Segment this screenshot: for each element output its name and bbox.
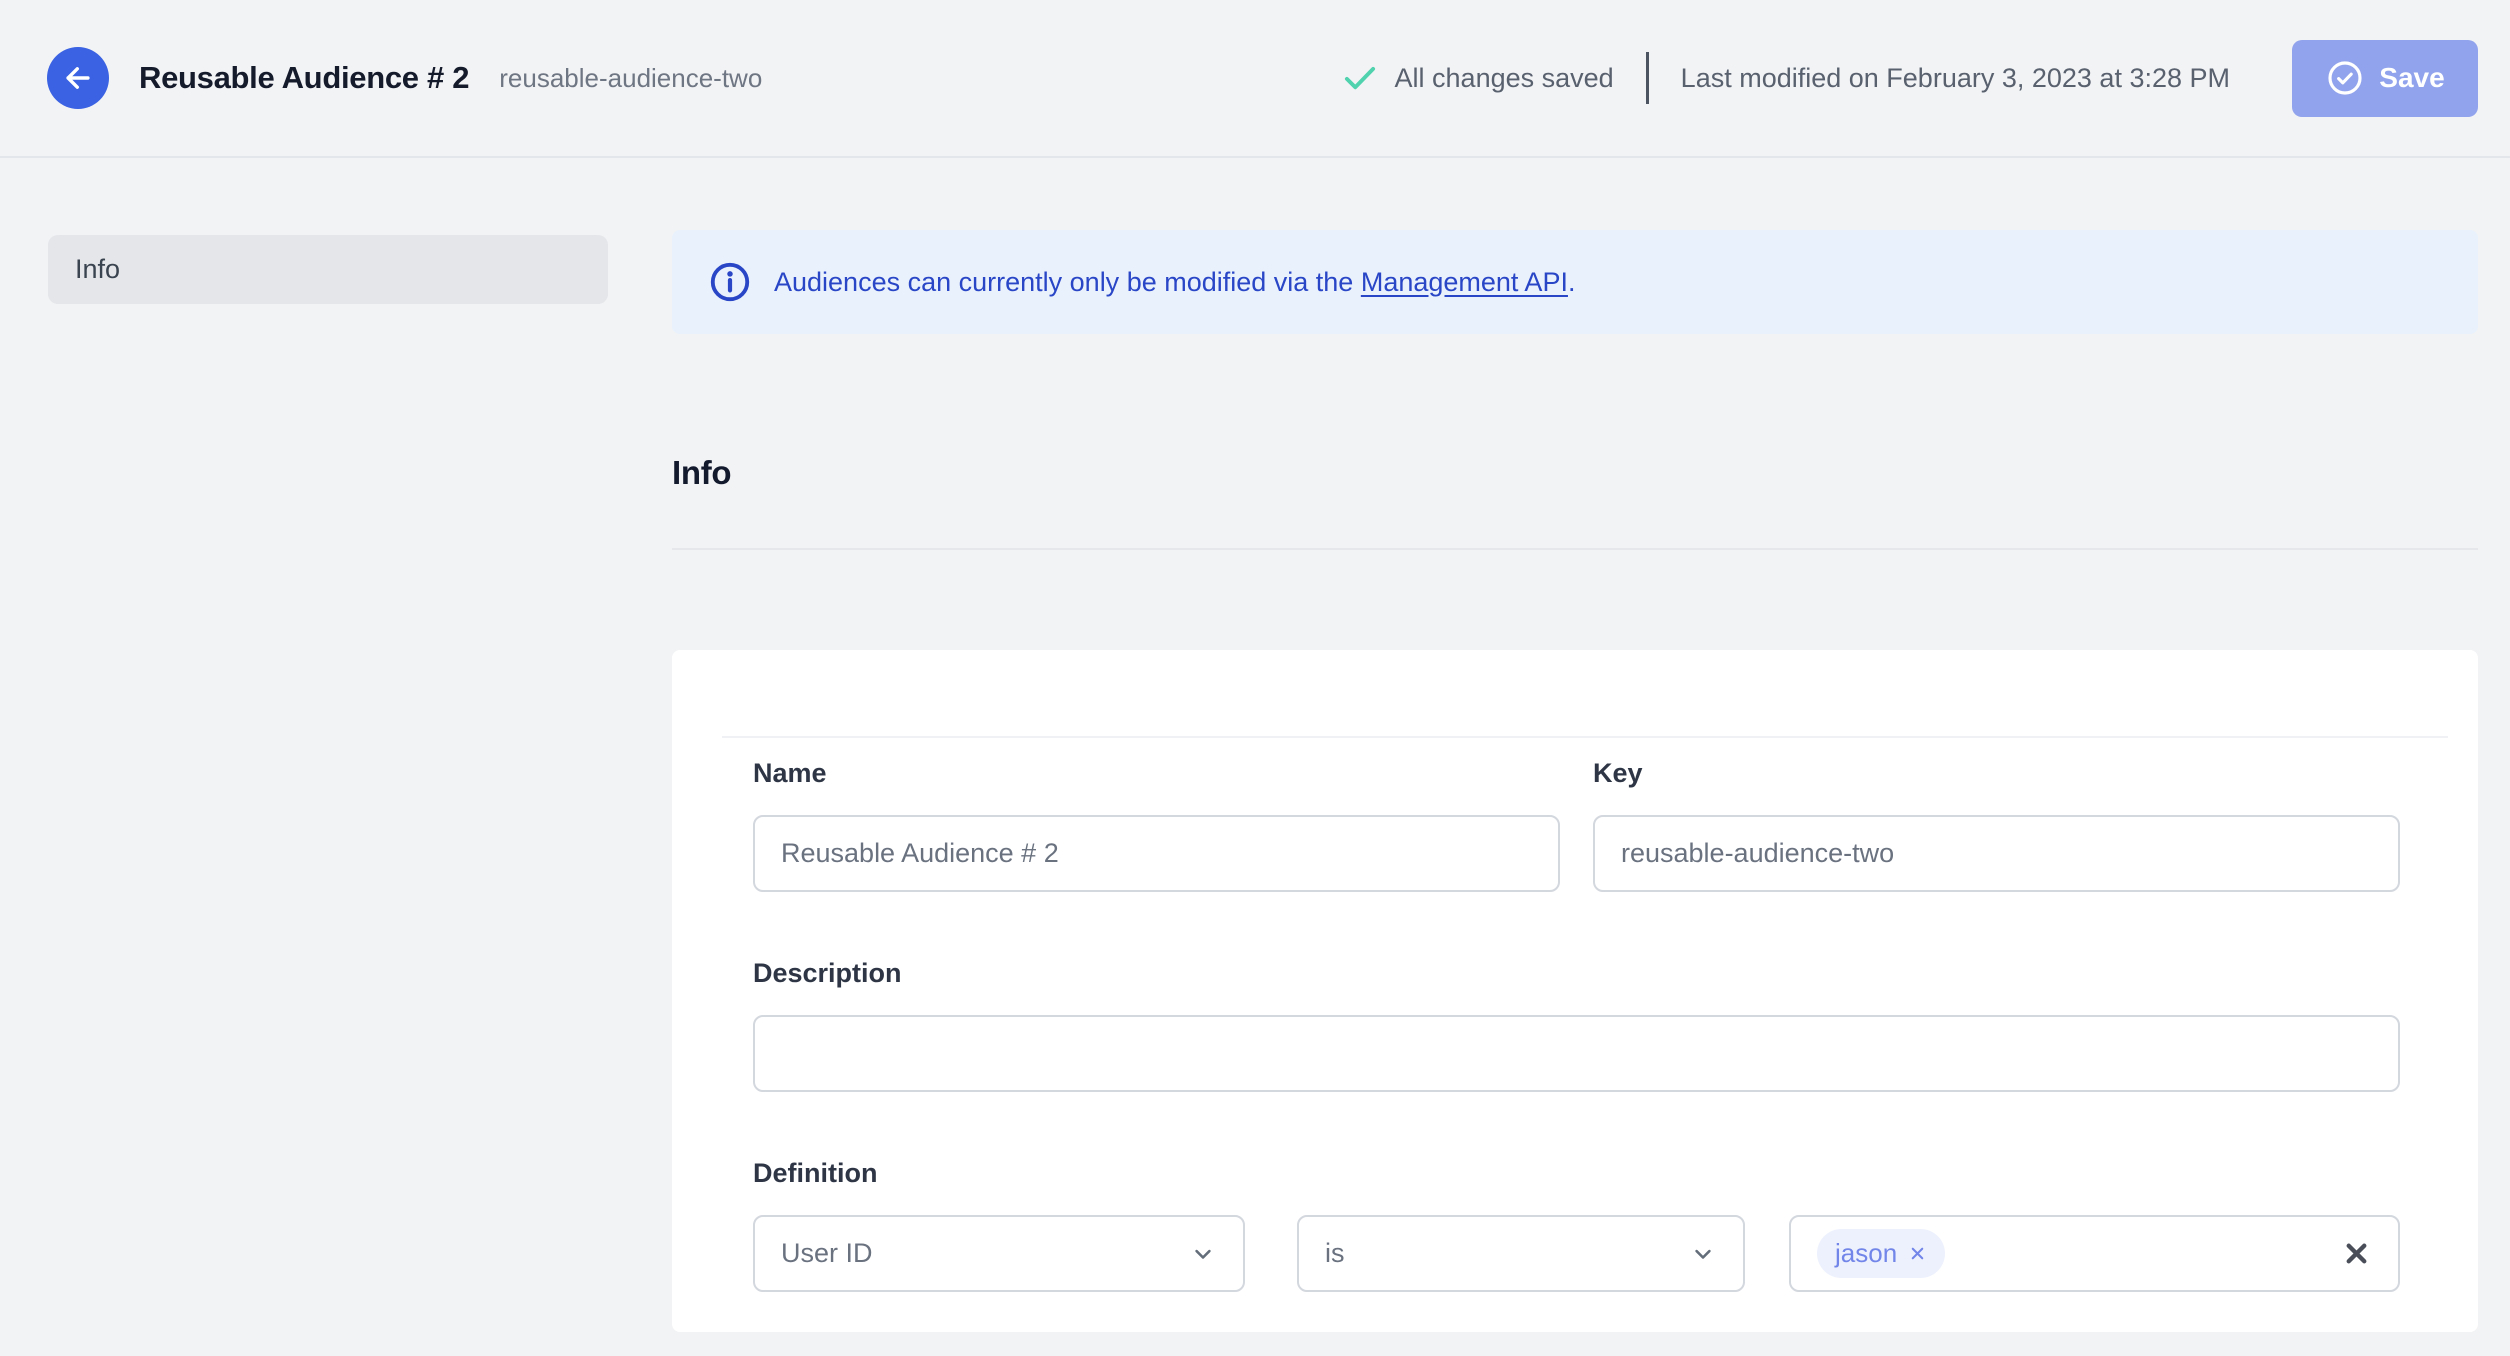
- key-input[interactable]: [1593, 815, 2400, 892]
- sidebar: Info: [48, 235, 608, 304]
- key-label: Key: [1593, 758, 1643, 788]
- name-field-group: Name: [753, 758, 1560, 892]
- main-content: Audiences can currently only be modified…: [672, 230, 2478, 1332]
- chevron-down-icon: [1189, 1240, 1217, 1268]
- sidebar-item-info[interactable]: Info: [48, 235, 608, 304]
- back-button[interactable]: [47, 47, 109, 109]
- section-divider: [672, 548, 2478, 550]
- circle-check-icon: [2325, 58, 2365, 98]
- header-divider: [1645, 52, 1649, 104]
- key-field-group: Key: [1593, 758, 2400, 892]
- banner-text: Audiences can currently only be modified…: [774, 267, 1575, 298]
- card-top-spacer: [672, 650, 2478, 736]
- card-content: Name Key Description Definition User ID: [672, 738, 2478, 1292]
- management-api-link[interactable]: Management API: [1361, 267, 1568, 297]
- page-slug: reusable-audience-two: [499, 62, 763, 93]
- value-chip-label: jason: [1835, 1238, 1898, 1268]
- section-title: Info: [672, 454, 732, 491]
- clear-field-x-icon[interactable]: [2341, 1238, 2372, 1269]
- name-key-row: Name Key: [753, 758, 2400, 892]
- operator-select-value: is: [1325, 1238, 1345, 1268]
- definition-row: User ID is jason: [753, 1215, 2400, 1292]
- description-label: Description: [753, 958, 902, 988]
- info-banner: Audiences can currently only be modified…: [672, 230, 2478, 334]
- info-circle-icon: [708, 260, 752, 304]
- last-modified-text: Last modified on February 3, 2023 at 3:2…: [1680, 62, 2230, 93]
- header: Reusable Audience # 2 reusable-audience-…: [0, 0, 2510, 158]
- header-status: All changes saved Last modified on Febru…: [1339, 39, 2478, 117]
- trait-select[interactable]: User ID: [753, 1215, 1245, 1292]
- chevron-down-icon: [1689, 1240, 1717, 1268]
- description-input[interactable]: [753, 1015, 2400, 1092]
- banner-text-before: Audiences can currently only be modified…: [774, 266, 1361, 297]
- page-title: Reusable Audience # 2: [139, 60, 470, 95]
- definition-label: Definition: [753, 1158, 878, 1188]
- chip-remove-x-icon[interactable]: [1908, 1244, 1927, 1263]
- info-card: Name Key Description Definition User ID: [672, 650, 2478, 1332]
- name-input[interactable]: [753, 815, 1560, 892]
- description-field-group: Description: [753, 958, 2400, 1092]
- sidebar-item-label: Info: [75, 254, 121, 284]
- check-icon: [1339, 57, 1381, 99]
- trait-select-value: User ID: [781, 1238, 873, 1268]
- save-button-label: Save: [2379, 62, 2445, 93]
- operator-select[interactable]: is: [1297, 1215, 1745, 1292]
- back-arrow-icon: [61, 61, 95, 95]
- definition-field-group: Definition User ID is jason: [753, 1158, 2400, 1292]
- save-button[interactable]: Save: [2292, 39, 2478, 117]
- definition-values-input[interactable]: jason: [1789, 1215, 2400, 1292]
- name-label: Name: [753, 758, 827, 788]
- value-chip: jason: [1817, 1229, 1946, 1278]
- banner-text-after: .: [1567, 266, 1576, 297]
- status-saved-text: All changes saved: [1394, 62, 1614, 93]
